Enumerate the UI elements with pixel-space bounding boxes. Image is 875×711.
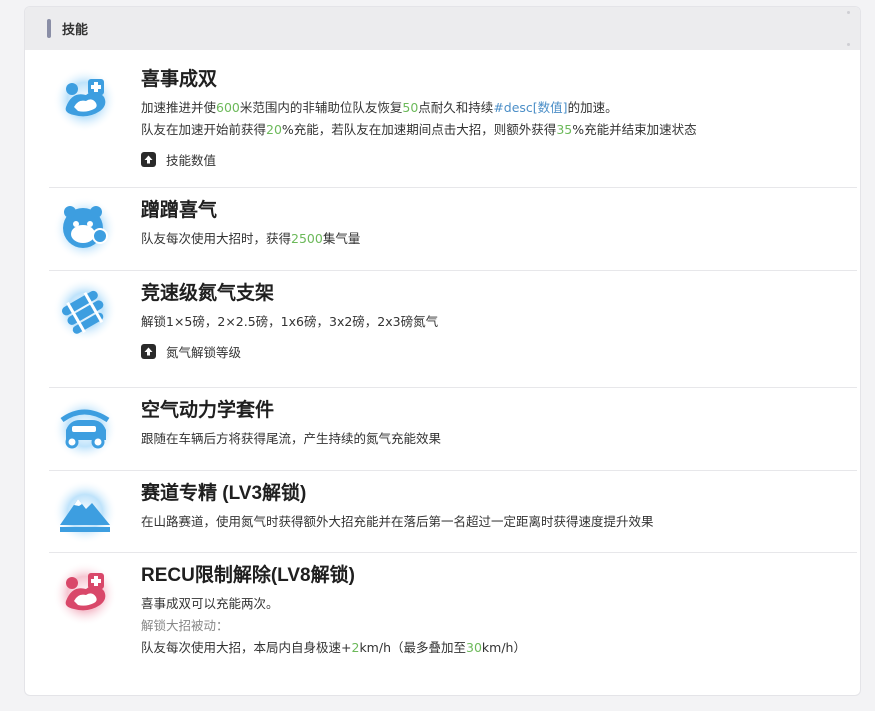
skill-description: 加速推进并使600米范围内的非辅助位队友恢复50点耐久和持续#desc[数值]的… (141, 100, 618, 115)
skill-description: 跟随在车辆后方将获得尾流，产生持续的氮气充能效果 (141, 431, 442, 446)
skill-description: 在山路赛道，使用氮气时获得额外大招充能并在落后第一名超过一定距离时获得速度提升效… (141, 514, 654, 529)
toggle-label: 技能数值 (166, 153, 217, 168)
skill-name: 空气动力学套件 (141, 400, 275, 421)
skills-panel: 技能 喜事成双 加速推进并使600米范围内的非辅助位队友恢复50点耐久和持续#d… (24, 6, 861, 696)
skill-name: 赛道专精 (LV3解锁) (141, 483, 307, 504)
skill-name: RECU限制解除(LV8解锁) (141, 565, 355, 586)
skill-item: 赛道专精 (LV3解锁) 在山路赛道，使用氮气时获得额外大招充能并在落后第一名超… (49, 471, 857, 553)
nitro-unlock-toggle[interactable]: 氮气解锁等级 (141, 342, 849, 361)
skill-description: 队友在加速开始前获得20%充能，若队友在加速期间点击大招，则额外获得35%充能并… (141, 122, 697, 137)
tiger-mascot-icon (52, 196, 118, 262)
panel-title: 技能 (62, 23, 89, 38)
toggle-label: 氮气解锁等级 (166, 345, 242, 360)
skill-item: RECU限制解除(LV8解锁) 喜事成双可以充能两次。 解锁大招被动： 队友每次… (49, 553, 857, 695)
skill-description: 喜事成双可以充能两次。 (141, 596, 279, 611)
skill-name: 竞速级氮气支架 (141, 283, 275, 304)
mountain-icon (52, 479, 118, 545)
aero-car-icon (52, 396, 118, 462)
gift-car-red-icon (52, 561, 118, 627)
corner-dot (847, 43, 850, 46)
nitro-rack-icon (52, 277, 118, 343)
panel-header: 技能 (25, 7, 860, 50)
arrow-up-icon (141, 344, 156, 359)
skill-item: 喜事成双 加速推进并使600米范围内的非辅助位队友恢复50点耐久和持续#desc… (49, 57, 857, 188)
skill-values-toggle[interactable]: 技能数值 (141, 150, 849, 169)
skill-passive-label: 解锁大招被动： (141, 618, 229, 633)
arrow-up-icon (141, 152, 156, 167)
header-accent-bar (47, 19, 51, 38)
skill-item: 空气动力学套件 跟随在车辆后方将获得尾流，产生持续的氮气充能效果 (49, 388, 857, 471)
gift-car-icon (52, 67, 118, 133)
corner-dot (847, 11, 850, 14)
skill-description: 队友每次使用大招，本局内自身极速+2km/h（最多叠加至30km/h） (141, 640, 526, 655)
skill-description: 队友每次使用大招时，获得2500集气量 (141, 231, 361, 246)
skill-name: 喜事成双 (141, 69, 218, 90)
skill-item: 蹭蹭喜气 队友每次使用大招时，获得2500集气量 (49, 188, 857, 271)
skill-description: 解锁1×5磅，2×2.5磅，1x6磅，3x2磅，2x3磅氮气 (141, 314, 439, 329)
skill-item: 竞速级氮气支架 解锁1×5磅，2×2.5磅，1x6磅，3x2磅，2x3磅氮气 氮… (49, 271, 857, 388)
skill-name: 蹭蹭喜气 (141, 200, 218, 221)
